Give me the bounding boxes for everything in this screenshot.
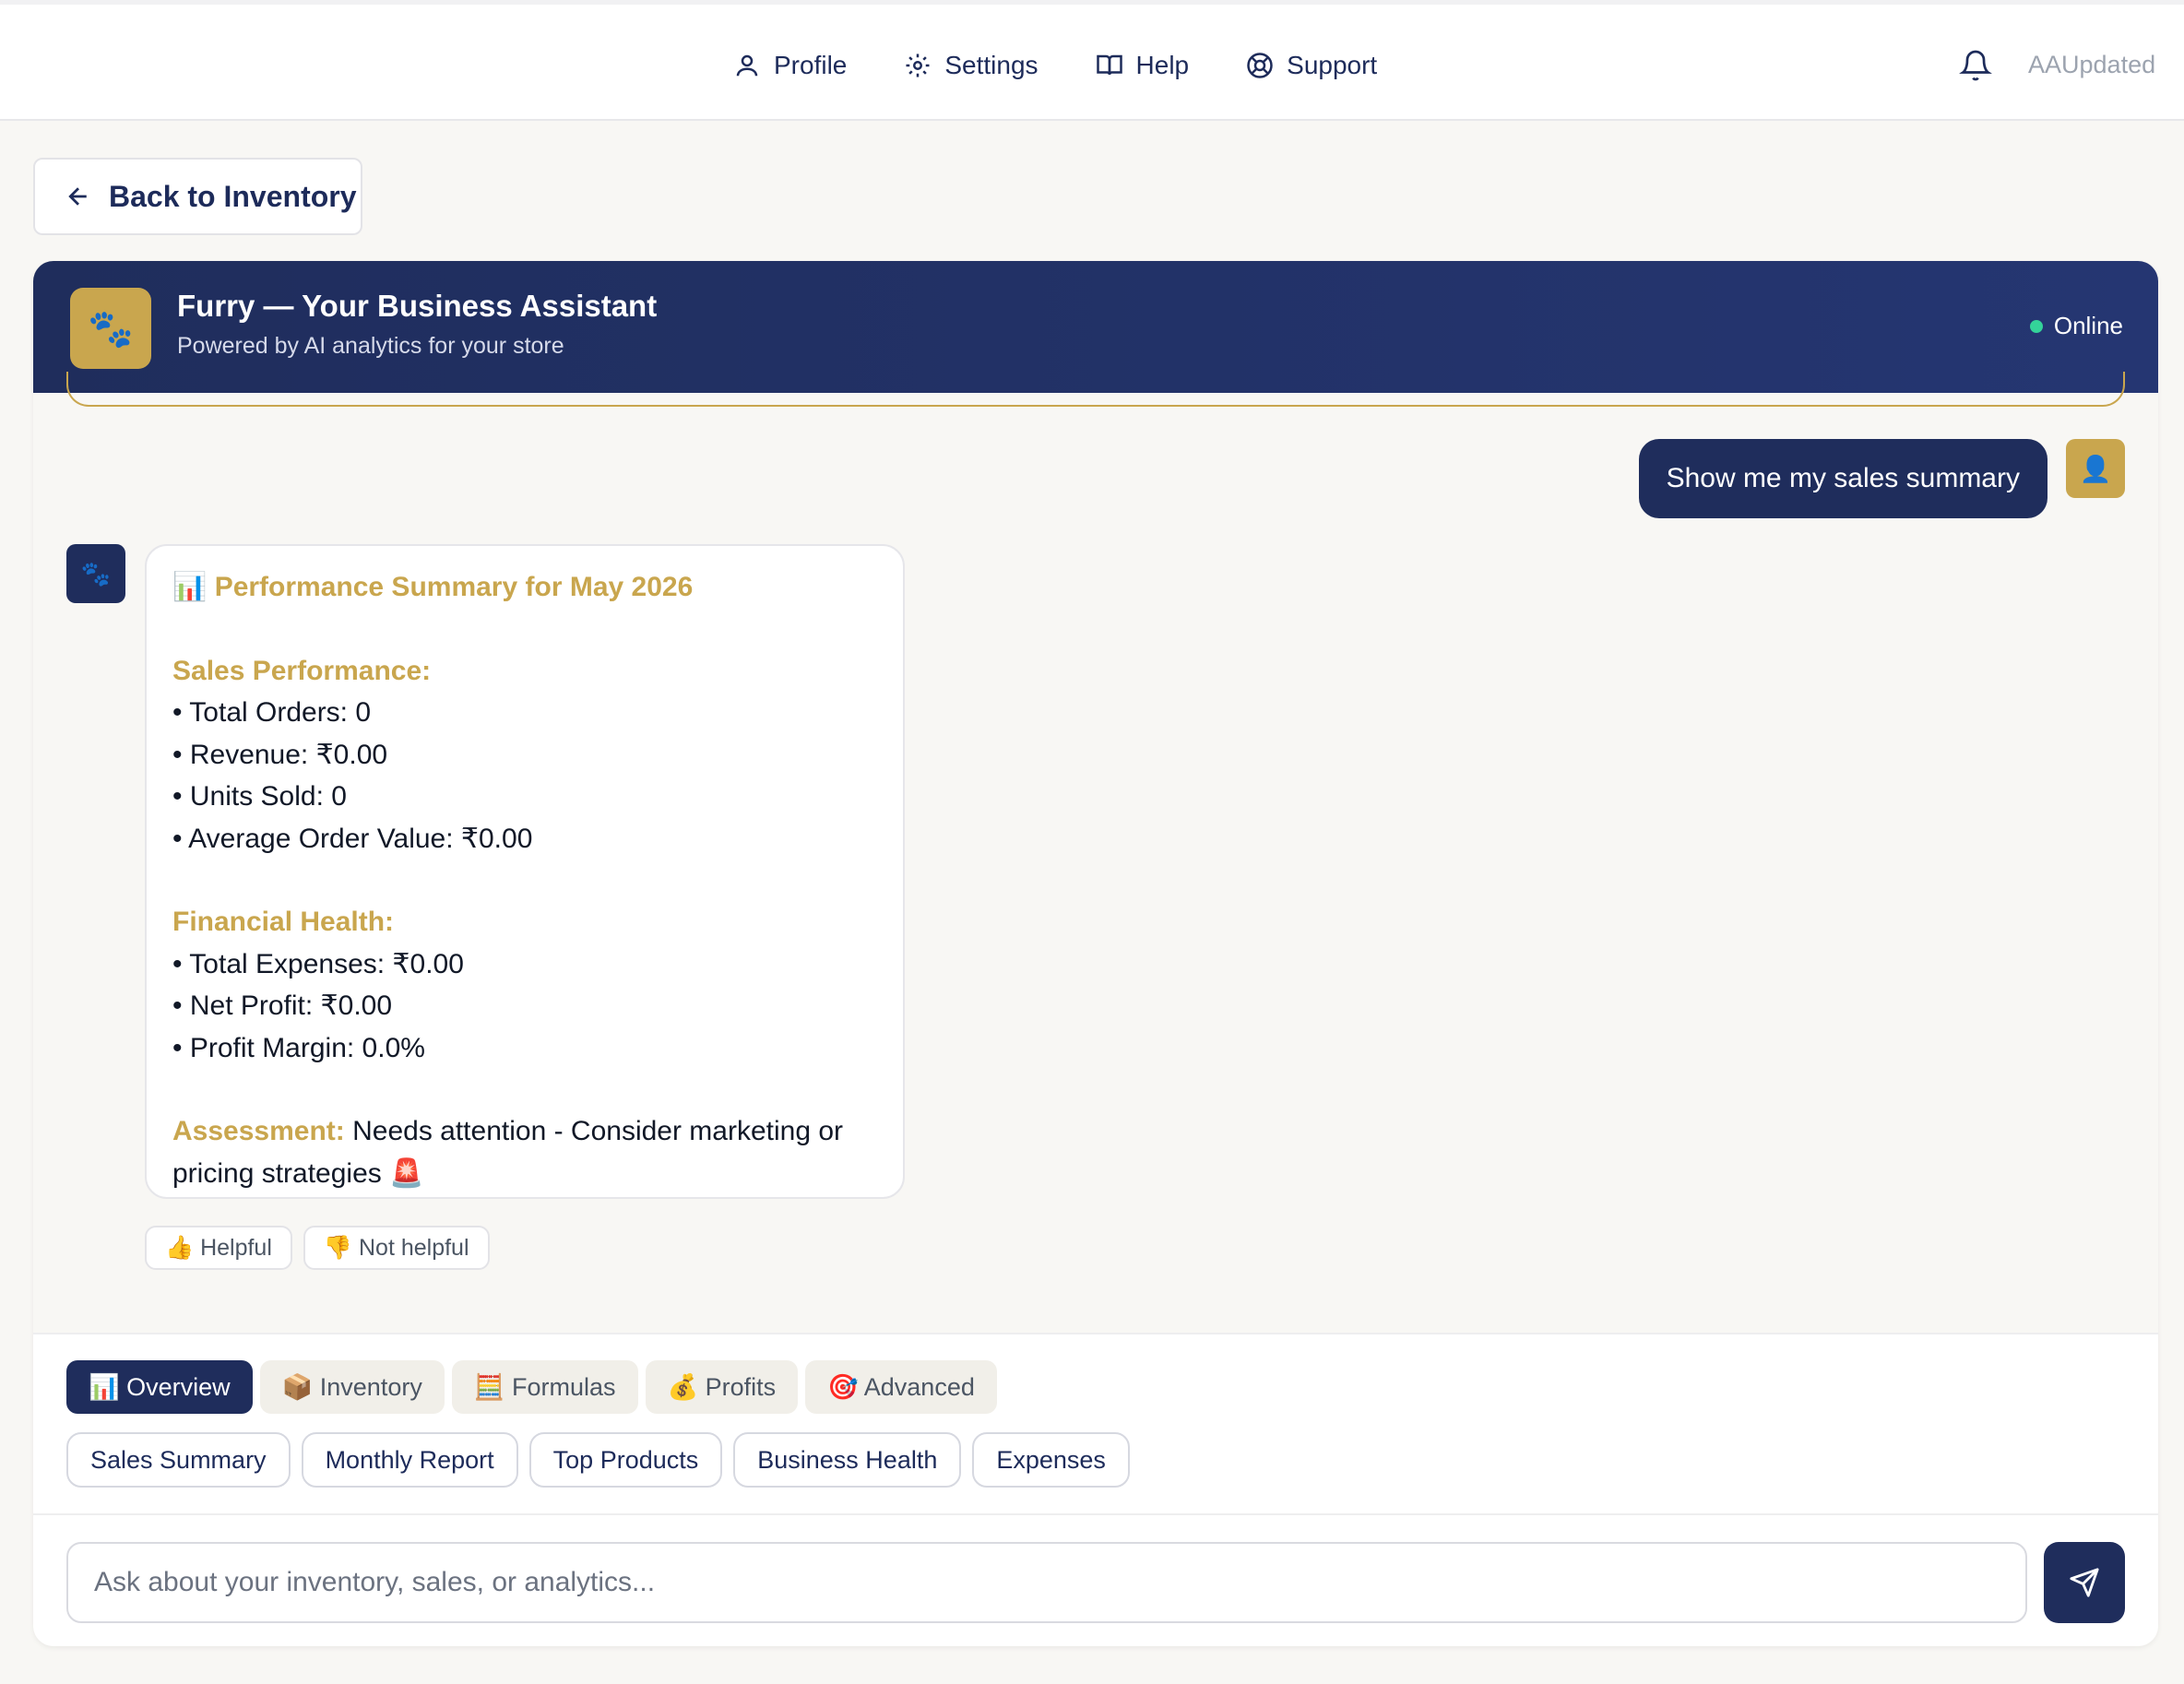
status-label: Online bbox=[2053, 312, 2123, 339]
chat-input[interactable] bbox=[66, 1542, 2027, 1623]
assistant-title: Furry — Your Business Assistant bbox=[177, 289, 658, 323]
user-name[interactable]: AAUpdated bbox=[2028, 51, 2155, 79]
assistant-subtitle: Powered by AI analytics for your store bbox=[177, 333, 564, 359]
assessment: Assessment: Needs attention - Consider m… bbox=[172, 1110, 877, 1194]
bot-message: 📊 Performance Summary for May 2026 Sales… bbox=[145, 544, 905, 1199]
quick-action-sales-summary[interactable]: Sales Summary bbox=[66, 1432, 291, 1488]
summary-title: 📊 Performance Summary for May 2026 bbox=[172, 572, 694, 602]
quick-action-monthly-report[interactable]: Monthly Report bbox=[301, 1432, 518, 1488]
finance-line: • Net Profit: ₹0.00 bbox=[172, 990, 393, 1021]
arrow-left-icon bbox=[68, 187, 87, 206]
sales-line: • Total Orders: 0 bbox=[172, 697, 372, 728]
not-helpful-button[interactable]: 👎 Not helpful bbox=[303, 1226, 490, 1270]
assessment-label: Assessment: bbox=[172, 1116, 345, 1146]
status-dot bbox=[2029, 319, 2043, 333]
finance-heading: Financial Health: bbox=[172, 907, 395, 937]
tab-advanced[interactable]: 🎯 Advanced bbox=[805, 1360, 997, 1414]
tab-formulas[interactable]: 🧮 Formulas bbox=[451, 1360, 638, 1414]
main-nav: Profile Settings Help Support bbox=[733, 45, 1434, 86]
nav-profile[interactable]: Profile bbox=[733, 51, 847, 80]
nav-support-label: Support bbox=[1287, 51, 1378, 79]
nav-settings[interactable]: Settings bbox=[904, 51, 1039, 80]
nav-profile-label: Profile bbox=[774, 51, 848, 79]
composer-divider bbox=[33, 1513, 2158, 1515]
finance-line: • Profit Margin: 0.0% bbox=[172, 1032, 425, 1063]
status-indicator: Online bbox=[2029, 312, 2123, 340]
category-tabs: 📊 Overview 📦 Inventory 🧮 Formulas 💰 Prof… bbox=[66, 1360, 997, 1414]
gear-icon bbox=[906, 53, 930, 77]
quick-action-expenses[interactable]: Expenses bbox=[972, 1432, 1130, 1488]
user-message: Show me my sales summary bbox=[1638, 439, 2048, 518]
send-button[interactable] bbox=[2044, 1542, 2125, 1623]
user-message-text: Show me my sales summary bbox=[1666, 463, 2020, 493]
chat-panel: 🐾 Furry — Your Business Assistant Powere… bbox=[33, 261, 2158, 1646]
feedback-row: 👍 Helpful 👎 Not helpful bbox=[145, 1226, 490, 1270]
top-navbar: Profile Settings Help Support AAUpdated bbox=[0, 0, 2184, 121]
tab-profits[interactable]: 💰 Profits bbox=[645, 1360, 799, 1414]
paw-logo-icon: 🐾 bbox=[70, 288, 151, 369]
finance-line: • Total Expenses: ₹0.00 bbox=[172, 948, 464, 979]
tab-inventory[interactable]: 📦 Inventory bbox=[259, 1360, 445, 1414]
tab-overview[interactable]: 📊 Overview bbox=[66, 1360, 253, 1414]
back-label: Back to Inventory bbox=[109, 179, 357, 213]
lifebuoy-icon bbox=[1247, 53, 1273, 78]
nav-settings-label: Settings bbox=[944, 51, 1039, 79]
quick-actions: Sales Summary Monthly Report Top Product… bbox=[66, 1432, 1130, 1488]
helpful-button[interactable]: 👍 Helpful bbox=[145, 1226, 292, 1270]
message-divider bbox=[66, 372, 2125, 407]
sales-line: • Units Sold: 0 bbox=[172, 781, 347, 812]
sales-line: • Average Order Value: ₹0.00 bbox=[172, 823, 533, 854]
sales-line: • Revenue: ₹0.00 bbox=[172, 739, 388, 770]
nav-help-label: Help bbox=[1135, 51, 1190, 79]
nav-support[interactable]: Support bbox=[1246, 51, 1377, 80]
bell-icon[interactable] bbox=[1959, 47, 1992, 84]
composer-area: 📊 Overview 📦 Inventory 🧮 Formulas 💰 Prof… bbox=[33, 1333, 2158, 1646]
quick-action-top-products[interactable]: Top Products bbox=[528, 1432, 723, 1488]
quick-action-business-health[interactable]: Business Health bbox=[733, 1432, 962, 1488]
bot-avatar: 🐾 bbox=[66, 544, 125, 603]
send-icon bbox=[2070, 1568, 2099, 1597]
back-to-inventory-button[interactable]: Back to Inventory bbox=[33, 158, 362, 235]
user-avatar: 👤 bbox=[2066, 439, 2125, 498]
nav-help[interactable]: Help bbox=[1096, 51, 1190, 80]
sales-heading: Sales Performance: bbox=[172, 655, 432, 686]
book-icon bbox=[1096, 54, 1122, 76]
user-icon bbox=[736, 54, 758, 77]
